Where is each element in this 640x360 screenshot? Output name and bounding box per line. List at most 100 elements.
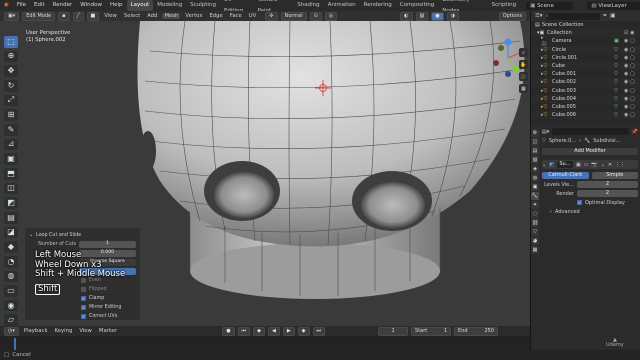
pan-hand-icon[interactable]: ✋ bbox=[519, 60, 528, 69]
visibility-eye-icon[interactable]: ◉ ▢ bbox=[624, 79, 640, 85]
camera-view-icon[interactable]: 🎥 bbox=[519, 72, 528, 81]
scene-selector[interactable]: ▣ Scene bbox=[526, 1, 574, 10]
output-tab-icon[interactable]: ▤ bbox=[531, 147, 539, 155]
transform-pivot-icon[interactable]: ✣ bbox=[265, 11, 278, 21]
menu-mesh[interactable]: Mesh bbox=[162, 13, 181, 19]
workspace-tab-layout[interactable]: Layout bbox=[126, 0, 154, 11]
loop-cut-tool-icon[interactable]: ▤ bbox=[4, 211, 18, 224]
filter-icon[interactable]: ⏷ bbox=[603, 13, 607, 20]
record-icon[interactable]: ● bbox=[222, 326, 235, 336]
timeline-ruler[interactable] bbox=[0, 336, 530, 350]
visibility-eye-icon[interactable]: ◉ ▢ bbox=[624, 38, 640, 44]
outliner-item[interactable]: ▸🎥 Camera ▣ ◉ ▢ bbox=[531, 35, 640, 47]
add-cube-tool-icon[interactable]: ▣ bbox=[4, 153, 18, 165]
menu-edge[interactable]: Edge bbox=[207, 13, 224, 19]
transform-tool-icon[interactable]: ⊞ bbox=[4, 109, 18, 121]
pin-icon[interactable]: 📌 bbox=[632, 129, 638, 135]
outliner-item[interactable]: ▸▽ Cube.005 ▽ ◉ ▢ bbox=[531, 103, 640, 111]
overlays-icon[interactable]: ◐ bbox=[400, 11, 413, 21]
render-toggle-icon[interactable]: 📷 bbox=[591, 162, 597, 168]
visibility-eye-icon[interactable]: ◉ ▢ bbox=[624, 104, 640, 110]
visibility-eye-icon[interactable]: ◉ ▢ bbox=[624, 47, 640, 53]
cursor-tool-icon[interactable]: ⊕ bbox=[4, 50, 18, 63]
jump-end-icon[interactable]: ⏭ bbox=[312, 326, 326, 336]
properties-editor-icon[interactable]: ▤▾ bbox=[542, 129, 549, 135]
modifier-drag-icon[interactable]: ⋮⋮ bbox=[615, 162, 625, 168]
timeline-menu-playback[interactable]: Playback bbox=[22, 328, 50, 334]
scene-collection-row[interactable]: ▤ Scene Collection bbox=[531, 21, 640, 29]
shear-tool-icon[interactable]: ▱ bbox=[4, 314, 18, 327]
options-menu[interactable]: Options bbox=[498, 11, 526, 21]
visibility-eye-icon[interactable]: ◉ ▢ bbox=[624, 55, 640, 61]
timeline-menu-view[interactable]: View bbox=[77, 328, 94, 334]
expand-chevron-icon[interactable]: ⌄ bbox=[542, 162, 546, 168]
playhead[interactable] bbox=[14, 338, 16, 350]
solid-shading-icon[interactable]: ● bbox=[431, 11, 444, 21]
outliner-item[interactable]: ▸▽ Cube.002 ▽ ◉ ▢ bbox=[531, 78, 640, 87]
visibility-eye-icon[interactable]: ◉ ▢ bbox=[624, 71, 640, 77]
simple-button[interactable]: Simple bbox=[591, 172, 638, 179]
levels-field[interactable]: 2 bbox=[577, 181, 638, 188]
modifier-dropdown-icon[interactable]: ⌄ bbox=[601, 162, 605, 168]
workspace-tab-sculpting[interactable]: Sculpting bbox=[186, 0, 220, 11]
modifier-delete-icon[interactable]: ✕ bbox=[608, 162, 612, 168]
menu-window[interactable]: Window bbox=[76, 0, 106, 11]
texture-tab-icon[interactable]: ▦ bbox=[531, 246, 539, 254]
timeline-menu-marker[interactable]: Marker bbox=[97, 328, 119, 334]
optimal-display-checkbox[interactable]: ✓ bbox=[577, 200, 582, 205]
scene-tab-icon[interactable]: ◈ bbox=[531, 165, 539, 173]
menu-file[interactable]: File bbox=[13, 0, 30, 11]
outliner-item[interactable]: ▸▽ Cube.001 ▽ ◉ ▢ bbox=[531, 70, 640, 78]
outliner-item[interactable]: ▸▽ Cube.004 ▽ ◉ ▢ bbox=[531, 94, 640, 103]
collection-visibility-icon[interactable]: ☑ ◉ bbox=[624, 30, 640, 36]
edge-slide-tool-icon[interactable]: ▭ bbox=[4, 285, 18, 297]
cuts-field[interactable]: 1 bbox=[79, 241, 136, 248]
workspace-tab-rendering[interactable]: Rendering bbox=[360, 0, 396, 11]
new-collection-icon[interactable]: ▣ bbox=[610, 13, 615, 19]
view-layer-tab-icon[interactable]: ▨ bbox=[531, 156, 539, 164]
workspace-tab-scripting[interactable]: Scripting bbox=[488, 0, 520, 11]
face-select-button[interactable]: ■ bbox=[86, 11, 100, 21]
workspace-tab-shading[interactable]: Shading bbox=[293, 0, 323, 11]
mirror-checkbox[interactable]: ✓ bbox=[81, 305, 86, 310]
mode-selector[interactable]: Edit Mode bbox=[22, 11, 56, 21]
physics-tab-icon[interactable]: ◌ bbox=[531, 210, 539, 218]
menu-select[interactable]: Select bbox=[122, 13, 142, 19]
knife-tool-icon[interactable]: ◪ bbox=[4, 226, 18, 239]
visibility-eye-icon[interactable]: ◉ ▢ bbox=[624, 88, 640, 94]
modifier-name-field[interactable]: Su... bbox=[556, 161, 573, 168]
editor-type-button[interactable]: ▣▾ bbox=[4, 11, 20, 21]
bevel-tool-icon[interactable]: ◩ bbox=[4, 197, 18, 209]
object-tab-icon[interactable]: ▣ bbox=[531, 183, 539, 191]
render-levels-field[interactable]: 2 bbox=[577, 190, 638, 197]
visibility-eye-icon[interactable]: ◉ ▢ bbox=[624, 96, 640, 102]
outliner-search-field[interactable]: ⌕ bbox=[545, 12, 600, 20]
workspace-tab-animation[interactable]: Animation bbox=[324, 0, 360, 11]
move-tool-icon[interactable]: ✥ bbox=[4, 65, 18, 77]
outliner-item[interactable]: ▸▽ Cube.003 ▽ ◉ ▢ bbox=[531, 87, 640, 95]
render-tab-icon[interactable]: ◫ bbox=[531, 138, 539, 146]
tool-tab-icon[interactable]: ⚙ bbox=[531, 129, 539, 137]
add-modifier-button[interactable]: Add Modifier bbox=[542, 148, 638, 155]
scale-tool-icon[interactable]: ⤢ bbox=[4, 94, 18, 107]
zoom-icon[interactable]: ⌕ bbox=[519, 48, 528, 57]
view-layer-selector[interactable]: ▤ ViewLayer bbox=[587, 1, 640, 10]
measure-tool-icon[interactable]: ⊿ bbox=[4, 138, 18, 151]
play-icon[interactable]: ▶ bbox=[282, 326, 295, 336]
play-reverse-icon[interactable]: ◀ bbox=[267, 326, 280, 336]
shrink-tool-icon[interactable]: ◉ bbox=[4, 299, 18, 312]
edge-select-button[interactable]: ╱ bbox=[72, 11, 84, 21]
next-key-icon[interactable]: ◆ bbox=[297, 326, 310, 336]
annotate-tool-icon[interactable]: ✎ bbox=[4, 123, 18, 136]
editmode-toggle-icon[interactable]: ▣ bbox=[576, 162, 581, 168]
menu-help[interactable]: Help bbox=[106, 0, 127, 11]
smooth-tool-icon[interactable]: ◍ bbox=[4, 270, 18, 283]
current-frame-field[interactable]: 1 bbox=[378, 326, 409, 336]
visibility-eye-icon[interactable]: ◉ ▢ bbox=[624, 112, 640, 118]
grid-view-icon[interactable]: ▦ bbox=[519, 84, 528, 93]
blender-logo-icon[interactable]: ◉ bbox=[0, 0, 13, 11]
workspace-tab-compositing[interactable]: Compositing bbox=[396, 0, 438, 11]
timeline-editor-icon[interactable]: ◷▾ bbox=[4, 326, 19, 336]
vertex-select-button[interactable]: ▪ bbox=[58, 11, 70, 21]
modifier-tab-icon[interactable]: 🔧 bbox=[531, 192, 539, 200]
